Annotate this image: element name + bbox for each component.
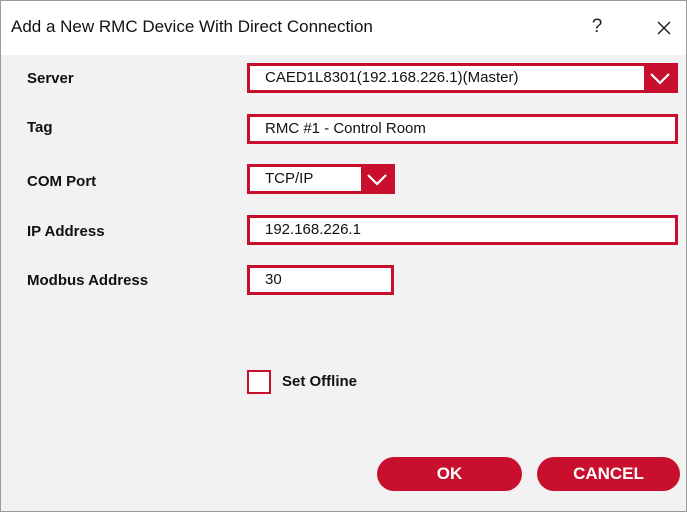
dialog-title: Add a New RMC Device With Direct Connect… [11,17,373,36]
title-bar: Add a New RMC Device With Direct Connect… [1,1,686,55]
server-dropdown[interactable]: CAED1L8301(192.168.226.1)(Master) [247,63,678,93]
com-port-label: COM Port [27,173,97,190]
modbus-address-value: 30 [265,271,282,288]
chevron-down-icon[interactable] [644,66,675,90]
com-port-dropdown[interactable]: TCP/IP [247,164,395,194]
tag-label: Tag [27,119,53,136]
cancel-button[interactable]: CANCEL [537,457,680,491]
ip-address-value: 192.168.226.1 [265,221,361,238]
tag-value: RMC #1 - Control Room [265,120,426,137]
ip-address-field[interactable]: 192.168.226.1 [247,215,678,245]
com-port-value: TCP/IP [265,170,314,187]
chevron-down-icon[interactable] [361,167,392,191]
tag-field[interactable]: RMC #1 - Control Room [247,114,678,144]
ok-button[interactable]: OK [377,457,522,491]
server-label: Server [27,70,74,87]
modbus-address-field[interactable]: 30 [247,265,394,295]
server-value: CAED1L8301(192.168.226.1)(Master) [265,69,519,86]
set-offline-checkbox[interactable] [247,370,271,394]
add-rmc-device-dialog: Add a New RMC Device With Direct Connect… [0,0,687,512]
ip-address-label: IP Address [27,223,105,240]
close-icon[interactable] [653,17,675,39]
set-offline-label[interactable]: Set Offline [282,373,357,390]
help-button[interactable]: ? [585,14,609,40]
modbus-address-label: Modbus Address [27,272,149,289]
